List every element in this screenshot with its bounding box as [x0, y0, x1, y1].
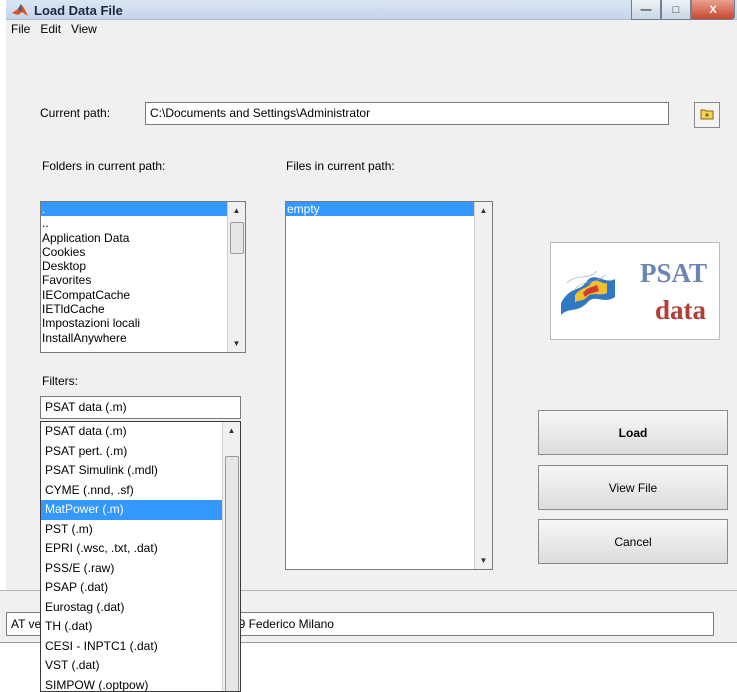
matlab-icon [12, 3, 28, 17]
scroll-up-icon[interactable]: ▲ [475, 202, 492, 219]
list-item[interactable]: IETldCache [41, 302, 245, 316]
dropdown-option[interactable]: EPRI (.wsc, .txt, .dat) [41, 539, 240, 559]
folders-listbox[interactable]: . .. Application Data Cookies Desktop Fa… [40, 201, 246, 353]
dropdown-option[interactable]: Eurostag (.dat) [41, 598, 240, 618]
menu-edit[interactable]: Edit [35, 20, 66, 38]
dropdown-option[interactable]: VST (.dat) [41, 656, 240, 676]
files-scrollbar[interactable]: ▲ ▼ [474, 202, 492, 569]
current-path-label: Current path: [40, 106, 111, 120]
dropdown-option[interactable]: CESI - INPTC1 (.dat) [41, 637, 240, 657]
scroll-down-icon[interactable]: ▼ [228, 335, 245, 352]
list-item[interactable]: . [41, 202, 245, 217]
title-bar: Load Data File — □ X [6, 0, 737, 20]
psat-data-logo: PSAT data [550, 242, 720, 340]
window-controls: — □ X [631, 0, 735, 20]
minimize-button[interactable]: — [631, 0, 661, 20]
maximize-button[interactable]: □ [661, 0, 691, 20]
filter-select[interactable]: PSAT data (.m) [40, 396, 241, 419]
dropdown-option[interactable]: CYME (.nnd, .sf) [41, 481, 240, 501]
scroll-down-icon[interactable]: ▼ [475, 552, 492, 569]
list-item[interactable]: Application Data [41, 231, 245, 245]
dropdown-option[interactable]: MatPower (.m) [41, 500, 240, 520]
dropdown-option[interactable]: PST (.m) [41, 520, 240, 540]
status-text-right: 009 Federico Milano [225, 617, 334, 631]
scroll-up-icon[interactable]: ▲ [223, 422, 240, 439]
dropdown-option[interactable]: TH (.dat) [41, 617, 240, 637]
scroll-thumb[interactable] [225, 456, 239, 691]
menu-bar: File Edit View [6, 20, 737, 38]
list-item[interactable]: Desktop [41, 259, 245, 273]
view-file-button[interactable]: View File [538, 465, 728, 510]
window-title: Load Data File [34, 3, 123, 18]
surface-plot-icon [561, 270, 615, 315]
scroll-up-icon[interactable]: ▲ [228, 202, 245, 219]
close-button[interactable]: X [691, 0, 735, 20]
current-path-field[interactable]: C:\Documents and Settings\Administrator [145, 102, 669, 125]
dropdown-option[interactable]: PSAT Simulink (.mdl) [41, 461, 240, 481]
dropdown-option[interactable]: PSAT pert. (.m) [41, 442, 240, 462]
dropdown-option[interactable]: PSAT data (.m) [41, 422, 240, 442]
list-item[interactable]: Favorites [41, 273, 245, 287]
list-item[interactable]: Impostazioni locali [41, 316, 245, 330]
folders-scrollbar[interactable]: ▲ ▼ [227, 202, 245, 352]
files-label: Files in current path: [286, 159, 395, 173]
list-item[interactable]: Cookies [41, 245, 245, 259]
load-button[interactable]: Load [538, 410, 728, 455]
dropdown-option[interactable]: PSAP (.dat) [41, 578, 240, 598]
logo-title: PSAT [639, 258, 707, 288]
cancel-button[interactable]: Cancel [538, 519, 728, 564]
folder-icon [700, 108, 714, 123]
logo-subtitle: data [654, 295, 706, 325]
menu-file[interactable]: File [6, 20, 35, 38]
dropdown-scrollbar[interactable]: ▲ [222, 422, 240, 691]
list-item[interactable]: .. [41, 216, 245, 230]
folders-label: Folders in current path: [42, 159, 166, 173]
status-text-left: AT ve [11, 617, 42, 631]
list-item[interactable]: IECompatCache [41, 288, 245, 302]
dropdown-option[interactable]: PSS/E (.raw) [41, 559, 240, 579]
menu-view[interactable]: View [66, 20, 102, 38]
dropdown-option[interactable]: SIMPOW (.optpow) [41, 676, 240, 692]
filter-dropdown-list[interactable]: PSAT data (.m) PSAT pert. (.m) PSAT Simu… [40, 421, 241, 692]
scroll-thumb[interactable] [230, 222, 244, 254]
list-item[interactable]: InstallAnywhere [41, 331, 245, 345]
browse-folder-button[interactable] [694, 102, 720, 128]
files-listbox[interactable]: empty ▲ ▼ [285, 201, 493, 570]
list-item[interactable]: empty [286, 202, 474, 217]
filters-label: Filters: [42, 374, 78, 388]
